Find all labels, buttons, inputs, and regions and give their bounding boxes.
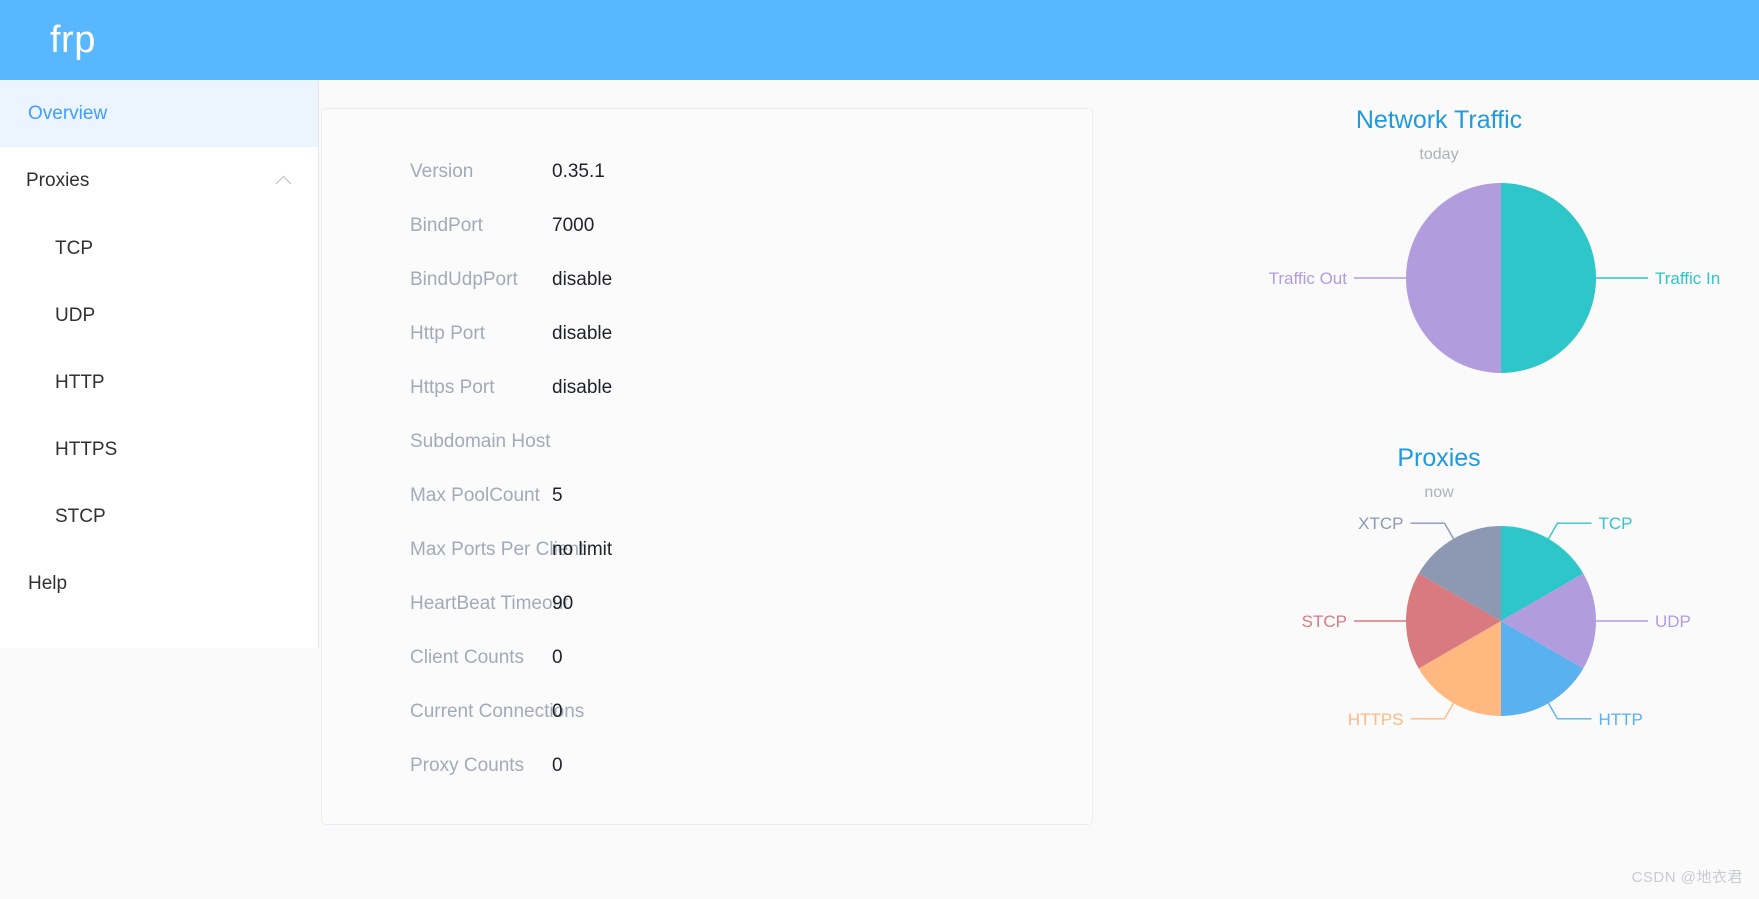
server-info-value: 0.35.1 [552,161,605,182]
server-info-table: Version 0.35.1 BindPort 7000 BindUdpPort disa… [322,145,1092,793]
sidebar-item-udp[interactable]: UDP [0,282,318,349]
sidebar-item-http-label: HTTP [55,371,105,393]
server-info-value: disable [552,323,613,344]
watermark: CSDN @地衣君 [1631,869,1743,886]
sidebar-item-tcp-label: TCP [55,237,93,259]
main-content: Version 0.35.1 BindPort 7000 BindUdpPort disa… [319,80,1759,899]
sidebar-item-https-label: HTTPS [55,438,118,460]
sidebar-nav: Overview Proxies TCP UDP HTTP HTTPS STCP… [0,80,319,648]
proxies-chart: Proxies now TCP UDP HTTP HTTPS STCP XTCP [1119,428,1759,768]
network-traffic-pie: Traffic In Traffic Out [1119,163,1759,413]
sidebar-item-stcp[interactable]: STCP [0,483,318,550]
sidebar-item-help-label: Help [28,572,68,594]
server-info-label: Proxy Counts [410,755,525,776]
server-info-label: Max PoolCount [410,485,540,506]
pie-label-https: HTTPS [1348,710,1404,729]
server-info-row: Current Connections 0 [322,685,1092,739]
pie-label-leader [1410,702,1455,720]
proxies-chart-subtitle: now [1424,484,1454,501]
sidebar-group-proxies-label: Proxies [26,170,90,191]
network-traffic-chart: Network Traffic today Traffic In Traffic … [1119,90,1759,430]
server-info-label: Subdomain Host [410,431,551,452]
network-traffic-subtitle: today [1419,146,1459,163]
sidebar-group-proxies[interactable]: Proxies [0,147,318,215]
pie-label-xtcp: XTCP [1358,514,1403,533]
server-info-label: HeartBeat Timeout [410,593,569,614]
pie-slice-traffic-in[interactable] [1501,183,1596,373]
server-info-row: HeartBeat Timeout 90 [322,577,1092,631]
server-info-label: Version [410,161,474,182]
sidebar-item-stcp-label: STCP [55,505,106,527]
server-info-label: Https Port [410,377,495,398]
pie-label-leader [1547,702,1592,720]
charts-column: Network Traffic today Traffic In Traffic … [1119,80,1759,899]
pie-label-stcp: STCP [1302,612,1347,631]
server-info-row: Proxy Counts 0 [322,739,1092,793]
pie-label-traffic-out: Traffic Out [1269,269,1348,288]
server-info-row: BindPort 7000 [322,199,1092,253]
proxies-pie: TCP UDP HTTP HTTPS STCP XTCP [1119,501,1759,751]
pie-label-udp: UDP [1655,612,1691,631]
server-info-label: Max Ports Per Client [410,539,585,560]
server-info-value: disable [552,377,613,398]
network-traffic-pie-svg: Traffic In Traffic Out [1269,183,1720,373]
server-info-row: Https Port disable [322,361,1092,415]
server-info-row: Max Ports Per Client no limit [322,523,1092,577]
server-info-label: Current Connections [410,701,585,722]
pie-label-traffic-in: Traffic In [1655,269,1720,288]
server-info-label: BindPort [410,215,483,236]
server-info-row: Subdomain Host [322,415,1092,469]
network-traffic-title: Network Traffic [1355,106,1523,134]
app-header: frp [0,0,1759,80]
sidebar-item-help[interactable]: Help [0,550,318,617]
server-info-row: Http Port disable [322,307,1092,361]
pie-label-http: HTTP [1599,710,1643,729]
sidebar-item-udp-label: UDP [55,304,96,326]
server-info-value: 7000 [552,215,595,236]
pie-label-leader [1547,522,1592,540]
pie-label-tcp: TCP [1599,514,1633,533]
server-info-value: disable [552,269,613,290]
sidebar-item-https[interactable]: HTTPS [0,416,318,483]
chevron-up-icon [277,174,292,189]
sidebar-item-overview[interactable]: Overview [0,80,318,147]
server-info-label: Client Counts [410,647,525,668]
proxies-chart-title: Proxies [1397,444,1481,472]
sidebar-item-http[interactable]: HTTP [0,349,318,416]
server-info-value: no limit [552,539,613,560]
server-info-row: BindUdpPort disable [322,253,1092,307]
server-info-value: 0 [552,755,563,776]
server-info-label: Http Port [410,323,485,344]
sidebar-item-overview-label: Overview [28,102,108,124]
server-info-row: Max PoolCount 5 [322,469,1092,523]
pie-slice-traffic-out[interactable] [1406,183,1501,373]
server-info-label: BindUdpPort [410,269,518,290]
server-info-value: 0 [552,701,563,722]
server-info-value: 0 [552,647,563,668]
pie-label-leader [1410,522,1455,540]
frp-dashboard-page: frp Overview Proxies TCP UDP HTTP HTTPS … [0,0,1759,899]
server-info-card: Version 0.35.1 BindPort 7000 BindUdpPort disa… [321,108,1093,825]
server-info-value: 5 [552,485,563,506]
sidebar-item-tcp[interactable]: TCP [0,215,318,282]
proxies-pie-svg: TCP UDP HTTP HTTPS STCP XTCP [1302,514,1691,729]
server-info-row: Client Counts 0 [322,631,1092,685]
app-brand-title: frp [50,19,96,61]
server-info-value: 90 [552,593,574,614]
server-info-row: Version 0.35.1 [322,145,1092,199]
